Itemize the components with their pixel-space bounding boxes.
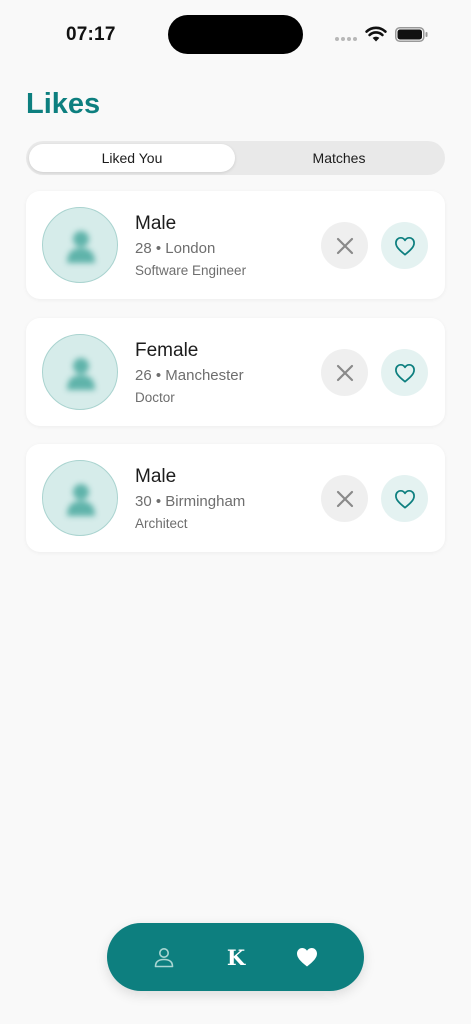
- reject-button[interactable]: [321, 475, 368, 522]
- like-button[interactable]: [381, 475, 428, 522]
- close-icon: [336, 237, 353, 254]
- heart-outline-icon: [394, 489, 415, 508]
- battery-icon: [395, 27, 428, 42]
- profile-gender: Male: [135, 466, 177, 487]
- avatar: [42, 460, 118, 536]
- avatar: [42, 334, 118, 410]
- cellular-signal-icon: [335, 37, 357, 41]
- tab-home[interactable]: K: [220, 941, 252, 973]
- heart-outline-icon: [394, 236, 415, 255]
- heart-outline-icon: [394, 363, 415, 382]
- profile-occupation: Doctor: [135, 390, 175, 405]
- heart-icon: [297, 948, 317, 967]
- close-icon: [336, 490, 353, 507]
- tab-matches[interactable]: Matches: [236, 144, 442, 172]
- profile-age-location: 30 • Birmingham: [135, 493, 246, 510]
- profile-gender: Male: [135, 213, 177, 234]
- profile-card[interactable]: Male 30 • Birmingham Architect: [26, 444, 445, 552]
- person-icon: [154, 948, 174, 968]
- tab-likes[interactable]: [291, 941, 323, 973]
- segmented-control: Liked You Matches: [26, 141, 445, 175]
- profile-gender: Female: [135, 340, 199, 361]
- logo-k-icon: K: [226, 944, 246, 970]
- status-time: 07:17: [66, 24, 116, 45]
- dynamic-island: [168, 15, 303, 54]
- like-button[interactable]: [381, 222, 428, 269]
- wifi-icon: [365, 26, 387, 42]
- tab-profile[interactable]: [148, 941, 180, 973]
- tab-liked-you[interactable]: Liked You: [29, 144, 235, 172]
- profile-card[interactable]: Male 28 • London Software Engineer: [26, 191, 445, 299]
- page-title: Likes: [26, 88, 101, 120]
- status-bar: 07:17: [0, 0, 471, 70]
- profile-age-location: 28 • London: [135, 240, 216, 257]
- like-button[interactable]: [381, 349, 428, 396]
- profile-occupation: Software Engineer: [135, 263, 247, 278]
- bottom-tab-bar: K: [107, 923, 364, 991]
- avatar: [42, 207, 118, 283]
- reject-button[interactable]: [321, 349, 368, 396]
- close-icon: [336, 364, 353, 381]
- reject-button[interactable]: [321, 222, 368, 269]
- profile-card[interactable]: Female 26 • Manchester Doctor: [26, 318, 445, 426]
- profile-occupation: Architect: [135, 516, 188, 531]
- profile-age-location: 26 • Manchester: [135, 367, 244, 384]
